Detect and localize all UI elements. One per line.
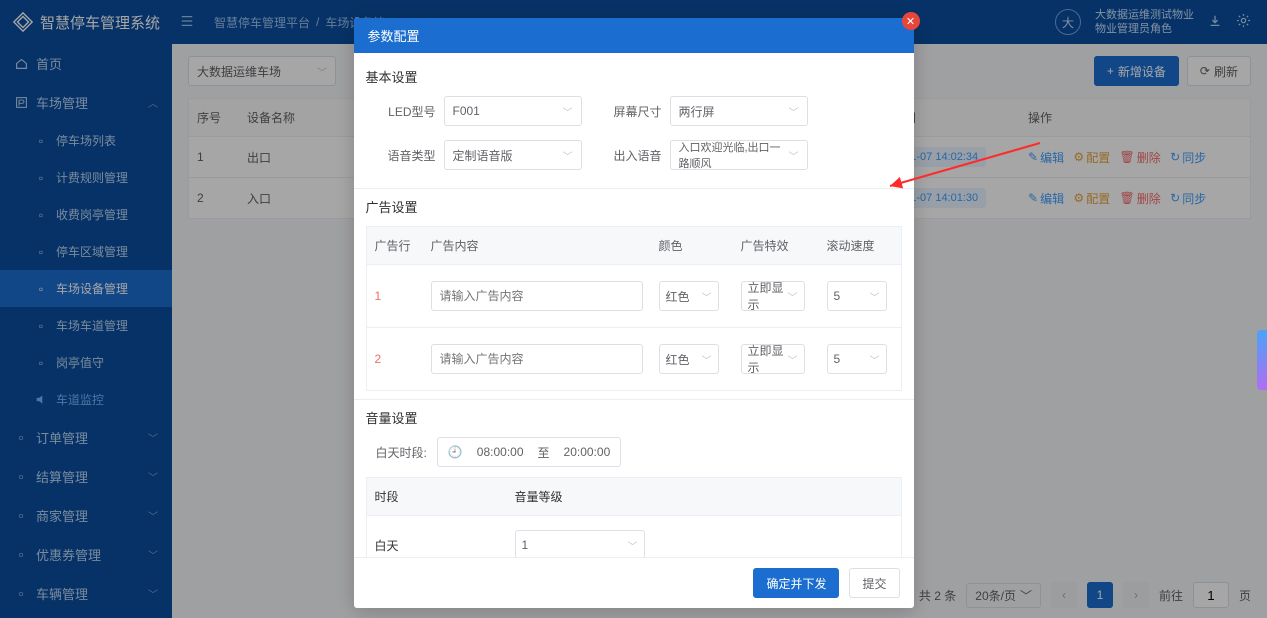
ad-row: 1 红色﹀ 立即显示﹀ 5﹀ bbox=[367, 264, 901, 327]
modal-footer: 确定并下发 提交 bbox=[354, 557, 914, 608]
modal-title: 参数配置 bbox=[368, 29, 420, 44]
ad-effect-select[interactable]: 立即显示﹀ bbox=[741, 344, 805, 374]
param-config-modal: 参数配置 ✕ 基本设置 LED型号 F001﹀ 屏幕尺寸 两行屏﹀ 语音类型 定… bbox=[354, 18, 914, 608]
voice-type-label: 语音类型 bbox=[376, 147, 436, 164]
chevron-down-icon: ﹀ bbox=[866, 289, 880, 304]
modal-mask: 参数配置 ✕ 基本设置 LED型号 F001﹀ 屏幕尺寸 两行屏﹀ 语音类型 定… bbox=[0, 0, 1267, 618]
led-model-label: LED型号 bbox=[376, 103, 436, 120]
volume-table: 时段 音量等级 白天 1﹀ 夜间 1﹀ bbox=[366, 477, 902, 557]
ad-speed-select[interactable]: 5﹀ bbox=[827, 344, 887, 374]
chevron-down-icon: ﹀ bbox=[789, 148, 799, 163]
section-basic: 基本设置 bbox=[366, 67, 902, 86]
clock-icon: 🕘 bbox=[448, 445, 463, 459]
io-voice-label: 出入语音 bbox=[602, 147, 662, 164]
close-icon[interactable]: ✕ bbox=[902, 12, 920, 30]
day-range-label: 白天时段: bbox=[376, 444, 427, 461]
screen-size-select[interactable]: 两行屏﹀ bbox=[670, 96, 808, 126]
ad-color-select[interactable]: 红色﹀ bbox=[659, 281, 719, 311]
time-range-picker[interactable]: 🕘 08:00:00 至 20:00:00 bbox=[437, 437, 621, 467]
chevron-down-icon: ﹀ bbox=[866, 352, 880, 367]
chevron-down-icon: ﹀ bbox=[563, 104, 573, 119]
led-model-select[interactable]: F001﹀ bbox=[444, 96, 582, 126]
ad-row: 2 红色﹀ 立即显示﹀ 5﹀ bbox=[367, 327, 901, 390]
chevron-down-icon: ﹀ bbox=[789, 104, 799, 119]
ad-color-select[interactable]: 红色﹀ bbox=[659, 344, 719, 374]
chevron-down-icon: ﹀ bbox=[698, 289, 712, 304]
section-ad: 广告设置 bbox=[366, 197, 902, 216]
submit-button[interactable]: 提交 bbox=[849, 568, 899, 598]
chevron-down-icon: ﹀ bbox=[784, 289, 798, 304]
section-volume: 音量设置 bbox=[366, 408, 902, 427]
ad-content-input[interactable] bbox=[431, 281, 643, 311]
chevron-down-icon: ﹀ bbox=[698, 352, 712, 367]
screen-size-label: 屏幕尺寸 bbox=[602, 103, 662, 120]
day-volume-select[interactable]: 1﹀ bbox=[515, 530, 645, 557]
ad-effect-select[interactable]: 立即显示﹀ bbox=[741, 281, 805, 311]
confirm-send-button[interactable]: 确定并下发 bbox=[753, 568, 839, 598]
ad-table: 广告行 广告内容 颜色 广告特效 滚动速度 1 红色﹀ 立即显示﹀ 5﹀ 2 红… bbox=[366, 226, 902, 391]
chevron-down-icon: ﹀ bbox=[563, 148, 573, 163]
modal-header: 参数配置 ✕ bbox=[354, 18, 914, 53]
chevron-down-icon: ﹀ bbox=[784, 352, 798, 367]
chevron-down-icon: ﹀ bbox=[624, 538, 638, 553]
side-feedback-tab[interactable] bbox=[1257, 330, 1267, 390]
volume-row: 白天 1﹀ bbox=[367, 515, 901, 557]
io-voice-select[interactable]: 入口欢迎光临,出口一路顺风﹀ bbox=[670, 140, 808, 170]
voice-type-select[interactable]: 定制语音版﹀ bbox=[444, 140, 582, 170]
ad-speed-select[interactable]: 5﹀ bbox=[827, 281, 887, 311]
ad-content-input[interactable] bbox=[431, 344, 643, 374]
